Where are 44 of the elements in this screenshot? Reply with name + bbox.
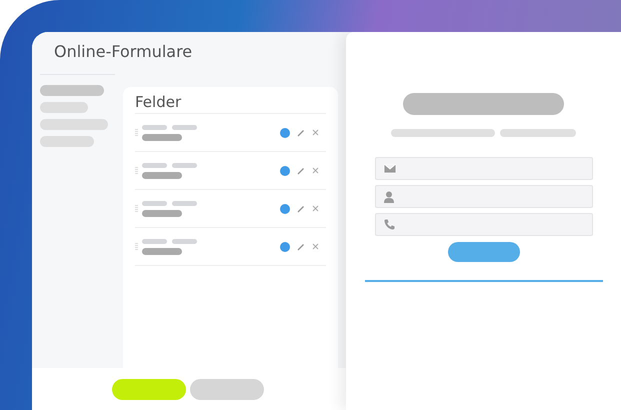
section-heading: Felder bbox=[135, 93, 182, 111]
text-placeholder bbox=[142, 238, 167, 244]
envelope-icon bbox=[384, 164, 396, 173]
input-field[interactable] bbox=[374, 185, 592, 208]
text-placeholder bbox=[142, 200, 167, 206]
text-placeholder bbox=[172, 200, 197, 206]
status-dot bbox=[280, 166, 290, 176]
status-dot bbox=[280, 204, 290, 214]
text-placeholder bbox=[172, 124, 197, 130]
drag-handle-icon[interactable] bbox=[135, 129, 138, 136]
sidebar-item[interactable] bbox=[40, 136, 94, 147]
sidebar-item[interactable] bbox=[40, 85, 104, 96]
drag-handle-icon[interactable] bbox=[135, 243, 138, 250]
secondary-button[interactable] bbox=[190, 378, 264, 400]
text-placeholder bbox=[142, 172, 182, 178]
input-field[interactable] bbox=[374, 213, 592, 236]
sidebar-item[interactable] bbox=[40, 102, 88, 113]
text-placeholder bbox=[142, 248, 182, 254]
submit-button[interactable] bbox=[448, 242, 520, 262]
pencil-icon[interactable] bbox=[297, 128, 305, 136]
sidebar-item[interactable] bbox=[40, 119, 108, 130]
close-icon[interactable] bbox=[312, 167, 319, 174]
text-placeholder bbox=[142, 134, 182, 140]
drag-handle-icon[interactable] bbox=[135, 167, 138, 174]
field-row[interactable] bbox=[135, 227, 326, 266]
close-icon[interactable] bbox=[312, 243, 319, 250]
pencil-icon[interactable] bbox=[297, 166, 305, 174]
drag-handle-icon[interactable] bbox=[135, 205, 138, 212]
pencil-icon[interactable] bbox=[297, 204, 305, 212]
text-placeholder bbox=[142, 124, 167, 130]
pencil-icon[interactable] bbox=[297, 242, 305, 250]
close-icon[interactable] bbox=[312, 129, 319, 136]
text-placeholder bbox=[142, 162, 167, 168]
text-placeholder bbox=[142, 210, 182, 216]
phone-icon bbox=[384, 219, 394, 230]
close-icon[interactable] bbox=[312, 205, 319, 212]
status-dot bbox=[280, 128, 290, 138]
text-placeholder bbox=[172, 238, 197, 244]
person-icon bbox=[384, 190, 394, 202]
text-placeholder bbox=[172, 162, 197, 168]
status-dot bbox=[280, 242, 290, 252]
app-title: Online-Formulare bbox=[54, 42, 194, 63]
input-field[interactable] bbox=[374, 157, 592, 180]
primary-button[interactable] bbox=[112, 378, 186, 400]
